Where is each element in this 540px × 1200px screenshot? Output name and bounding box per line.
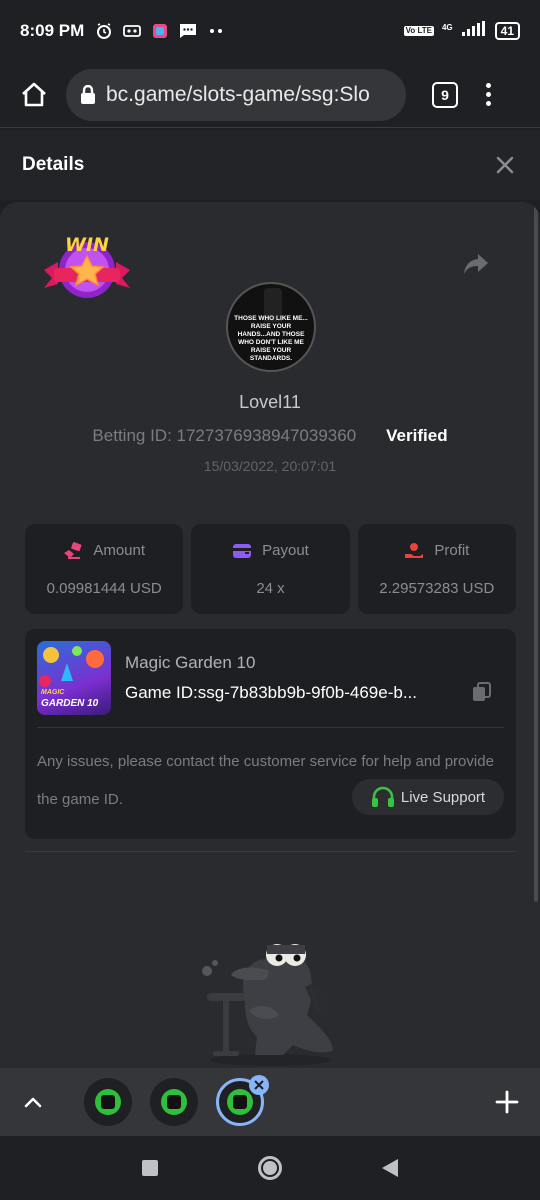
tab-thumbnail[interactable] (150, 1078, 198, 1126)
share-icon (464, 254, 488, 274)
betting-id: Betting ID: 1727376938947039360 (92, 426, 357, 445)
lock-icon (81, 84, 95, 104)
status-bar: 8:09 PM Vo LTE 4G 41 (0, 0, 540, 62)
stat-label: Profit (434, 542, 470, 559)
bet-details-panel: WIN THOSE WHO LIKE ME... RAISE YOUR HAND… (0, 202, 540, 1068)
browser-menu-button[interactable] (486, 83, 491, 106)
chevron-up-icon (24, 1097, 42, 1108)
vr-icon (122, 22, 142, 40)
new-tab-button[interactable] (494, 1089, 520, 1115)
message-icon (178, 22, 198, 40)
close-icon (496, 156, 514, 174)
amount-icon (64, 541, 82, 559)
tab-thumbnail[interactable] (84, 1078, 132, 1126)
network-label: 4G (441, 22, 453, 32)
home-nav-button[interactable] (258, 1156, 282, 1180)
close-icon (254, 1080, 264, 1090)
plus-icon (495, 1090, 519, 1114)
close-button[interactable] (492, 152, 518, 178)
avatar: THOSE WHO LIKE ME... RAISE YOUR HANDS...… (226, 282, 316, 372)
live-support-label: Live Support (400, 788, 486, 806)
bcgame-logo-icon (161, 1089, 187, 1115)
stat-value: 24 x (256, 579, 285, 597)
win-badge: WIN (42, 232, 132, 302)
tab-thumbnail-active[interactable] (216, 1075, 269, 1126)
recent-apps-button[interactable] (142, 1160, 158, 1176)
share-button[interactable] (462, 252, 490, 280)
tab-strip (0, 1068, 540, 1136)
live-support-button[interactable]: Live Support (352, 779, 504, 815)
home-button[interactable] (14, 75, 54, 115)
section-divider (25, 851, 516, 852)
details-header: Details (0, 130, 540, 200)
expand-tabs-button[interactable] (20, 1089, 46, 1115)
game-card: MAGIC GARDEN 10 Magic Garden 10 Game ID:… (25, 629, 516, 839)
profit-icon (405, 542, 424, 558)
address-bar[interactable]: bc.game/slots-game/ssg:Slo (66, 68, 406, 121)
stat-value: 2.29573283 USD (379, 579, 495, 597)
stat-card-amount: Amount 0.09981444 USD (25, 524, 184, 614)
status-right: Vo LTE 4G 41 (403, 20, 520, 42)
signal-icon (461, 20, 487, 42)
copy-button[interactable] (471, 681, 493, 703)
back-button[interactable] (382, 1159, 398, 1177)
mascot-illustration (195, 927, 345, 1067)
verified-label: Verified (386, 426, 448, 445)
browser-toolbar: bc.game/slots-game/ssg:Slo 9 (0, 62, 540, 128)
bcgame-logo-icon (95, 1089, 121, 1115)
bet-timestamp: 15/03/2022, 20:07:01 (203, 458, 337, 474)
wallet-icon (233, 543, 252, 558)
scrollbar[interactable] (534, 202, 538, 902)
alarm-icon (94, 22, 114, 40)
betting-id-row: Betting ID: 1727376938947039360 Verified (0, 426, 540, 446)
details-title: Details (22, 154, 85, 175)
stat-label: Amount (93, 542, 146, 559)
battery-indicator: 41 (494, 22, 520, 40)
url-text: bc.game/slots-game/ssg:Slo (106, 82, 370, 106)
status-time: 8:09 PM (20, 21, 85, 40)
system-navigation (0, 1136, 540, 1200)
headset-icon (371, 786, 394, 807)
stat-label: Payout (262, 542, 309, 559)
stats-row: Amount 0.09981444 USD Payout 24 x Profit… (25, 524, 516, 614)
close-tab-button[interactable] (249, 1075, 269, 1095)
home-icon (22, 82, 46, 106)
tab-switcher-button[interactable]: 9 (432, 81, 458, 108)
game-id: Game ID:ssg-7b83bb9b-9f0b-469e-b... (125, 683, 418, 702)
status-notification-icons (94, 22, 226, 40)
stat-value: 0.09981444 USD (46, 579, 162, 597)
stat-card-payout: Payout 24 x (191, 524, 350, 614)
username: Lovel11 (239, 392, 301, 412)
game-thumbnail[interactable]: MAGIC GARDEN 10 (37, 641, 111, 715)
avatar-caption: THOSE WHO LIKE ME... RAISE YOUR HANDS...… (234, 315, 308, 362)
game-thumbnail-title: MAGIC GARDEN 10 (41, 689, 99, 709)
more-notifications-icon (206, 22, 226, 40)
win-badge-text: WIN (65, 234, 109, 256)
stat-card-profit: Profit 2.29573283 USD (357, 524, 516, 614)
game-name: Magic Garden 10 (125, 653, 256, 672)
volte-icon: Vo LTE (403, 26, 434, 36)
app-icon (150, 22, 170, 40)
copy-icon (473, 682, 491, 701)
bcgame-logo-icon (227, 1089, 253, 1115)
game-card-divider (37, 727, 504, 728)
